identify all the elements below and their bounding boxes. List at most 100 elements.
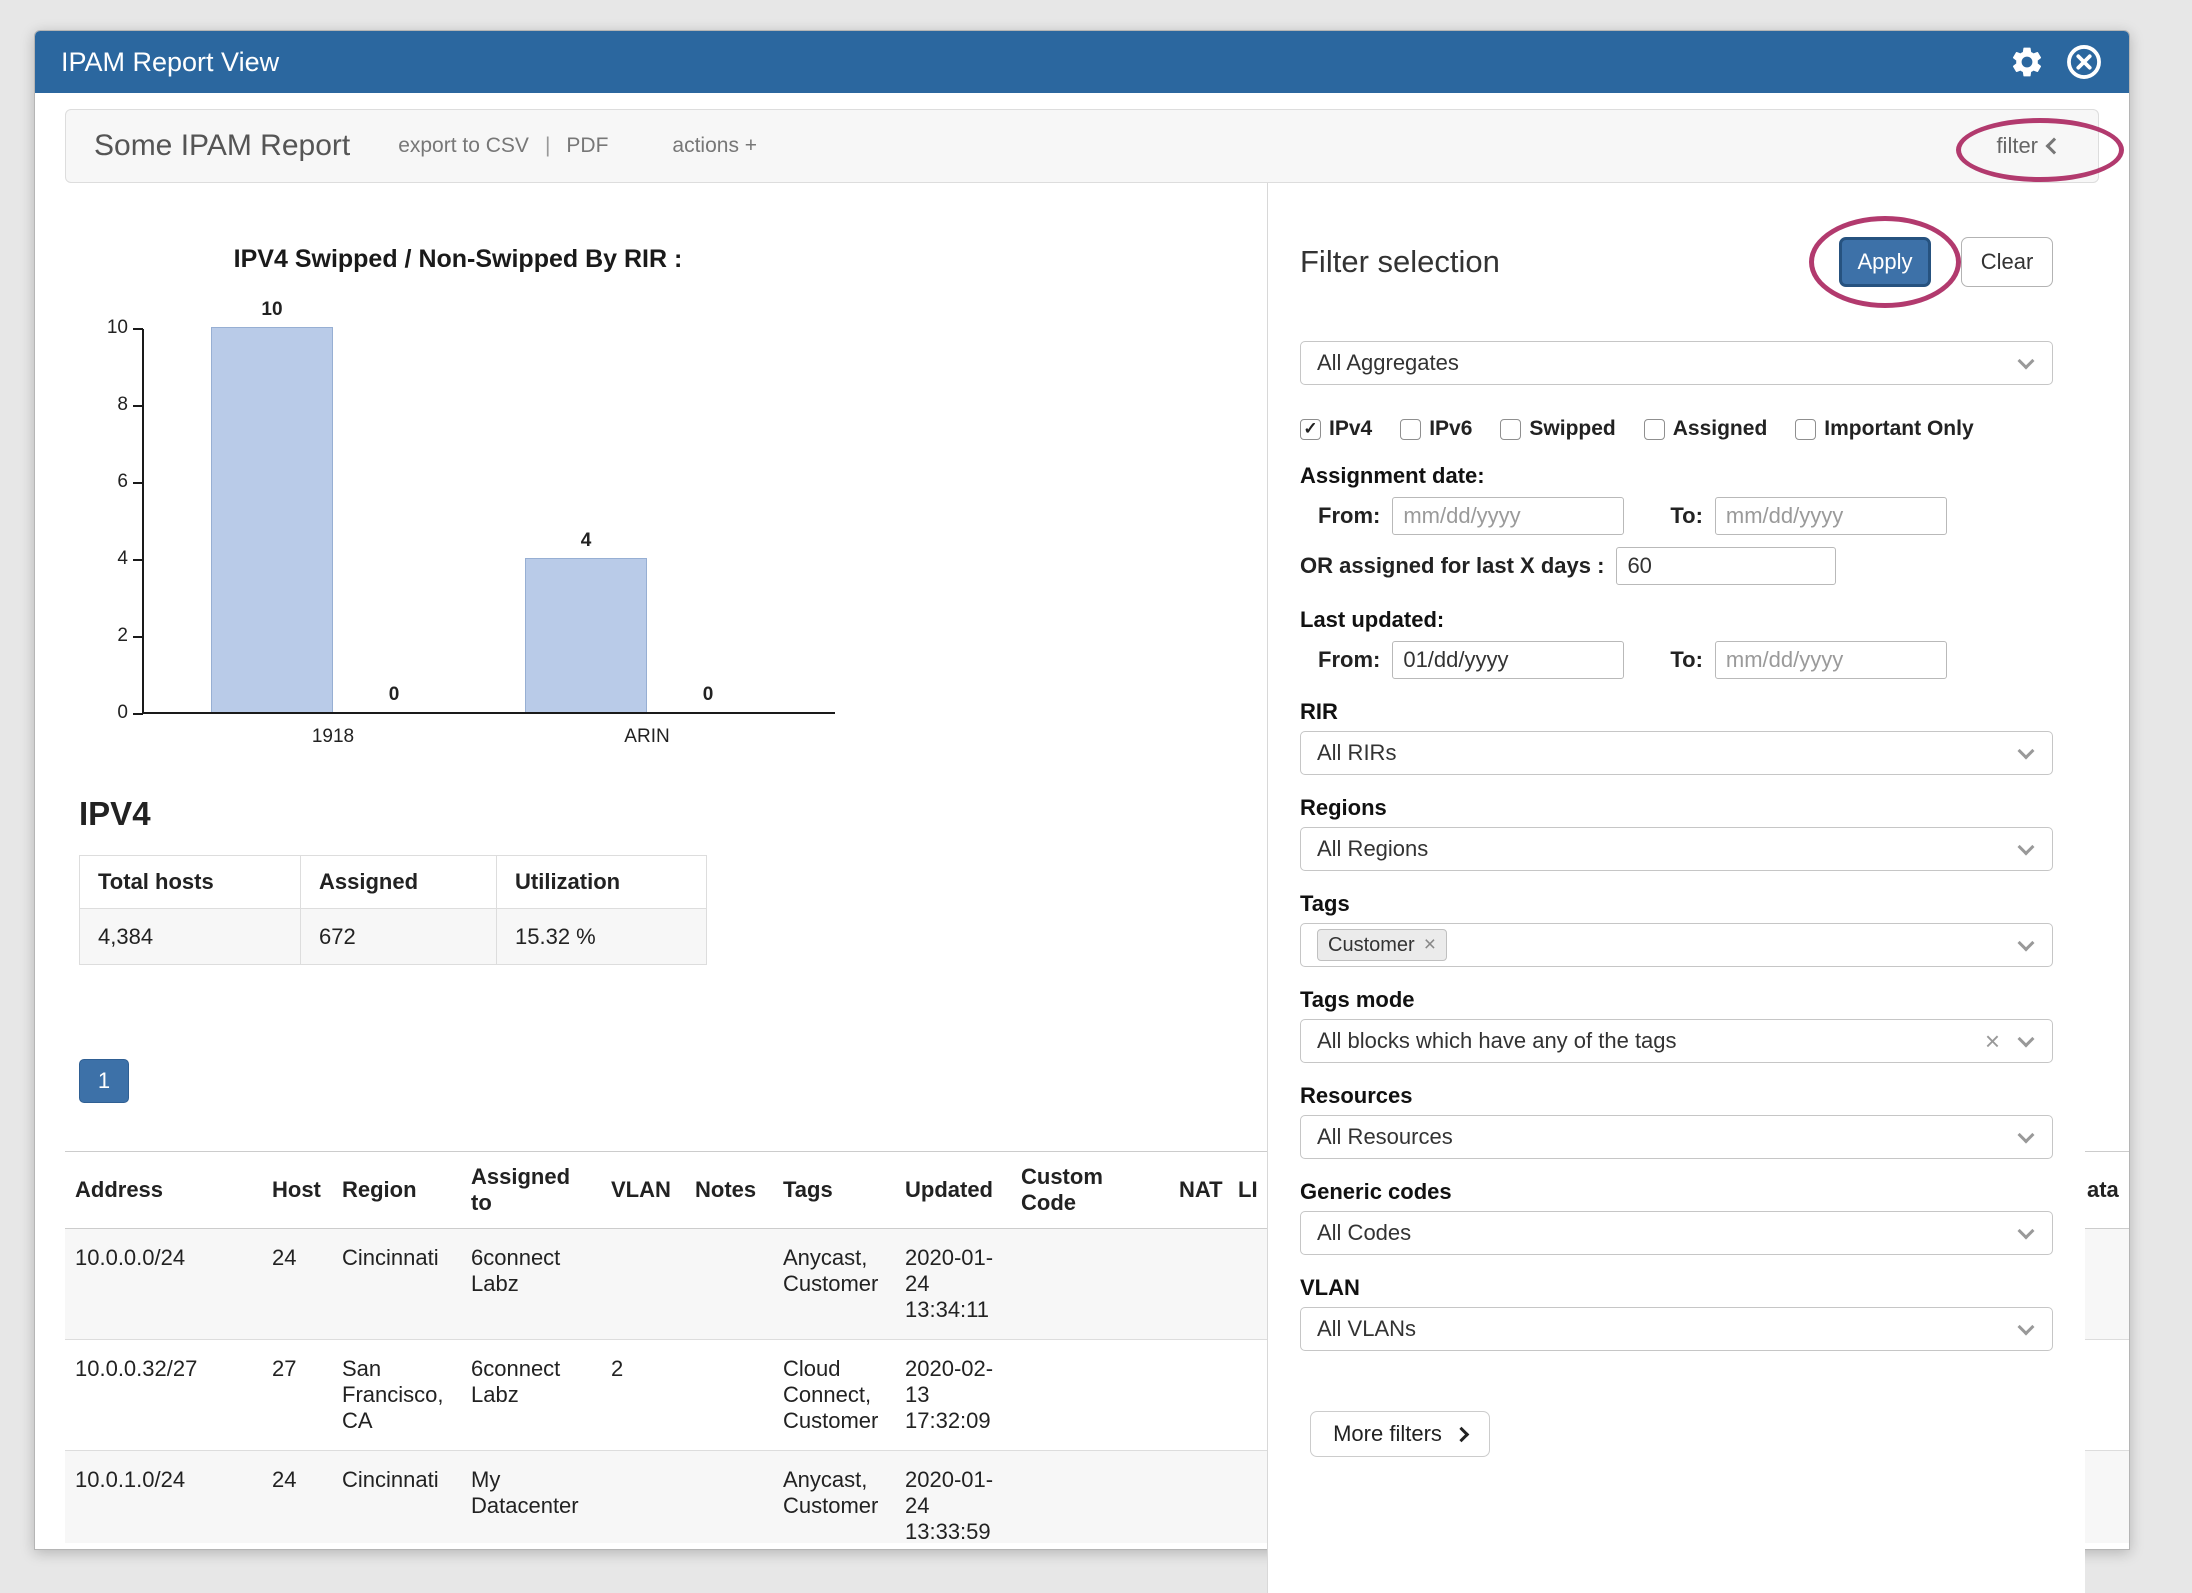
table-cell [1011,1451,1169,1544]
aggregates-select[interactable]: All Aggregates [1300,341,2053,385]
tags-mode-select[interactable]: All blocks which have any of the tags × [1300,1019,2053,1063]
resources-select-value: All Resources [1317,1124,1453,1150]
ipv4-section-heading: IPV4 [79,795,151,833]
assignment-to-label: To: [1670,503,1703,529]
table-cell [685,1451,773,1544]
chevron-down-icon [2018,353,2035,370]
y-tick-label: 10 [82,317,128,339]
y-tick-label: 2 [82,625,128,647]
checkbox-unchecked-icon[interactable] [1500,419,1521,440]
table-cell: Cincinnati [332,1451,461,1544]
filter-toggle-label: filter [1996,133,2038,159]
table-cell: 24 [262,1451,332,1544]
generic-codes-select[interactable]: All Codes [1300,1211,2053,1255]
bar-chart: 0246810100191840ARIN [142,329,835,714]
column-header: Updated [895,1152,1011,1229]
summary-value: 4,384 [80,909,301,965]
table-cell: Cincinnati [332,1229,461,1340]
table-cell: 2 [601,1340,685,1451]
summary-header: Total hosts [80,856,301,909]
window-titlebar: IPAM Report View [35,31,2129,93]
bar-value-label: 0 [703,684,714,706]
table-cell: 2020-01-24 13:33:59 [895,1451,1011,1544]
chevron-down-icon [2018,935,2035,952]
tags-mode-label: Tags mode [1300,987,2053,1013]
checkbox-label: Important Only [1824,417,1973,441]
y-tick-label: 0 [82,702,128,724]
tags-label: Tags [1300,891,2053,917]
chevron-down-icon [2018,839,2035,856]
checkbox-swipped[interactable]: Swipped [1500,417,1615,441]
table-cell [1011,1229,1169,1340]
summary-value: 15.32 % [497,909,707,965]
apply-button[interactable]: Apply [1839,237,1931,287]
summary-header: Utilization [497,856,707,909]
column-header: NAT [1169,1152,1228,1229]
checkbox-important-only[interactable]: Important Only [1795,417,1973,441]
updated-to-input[interactable] [1715,641,1947,679]
export-csv-link[interactable]: export to CSV [398,134,529,158]
table-cell: 6connect Labz [461,1229,601,1340]
assignment-from-input[interactable] [1392,497,1624,535]
table-cell [601,1229,685,1340]
y-tick-label: 4 [82,548,128,570]
regions-select[interactable]: All Regions [1300,827,2053,871]
y-tick-mark [133,636,143,638]
clear-selection-icon[interactable]: × [1985,1026,2000,1057]
checkbox-label: Swipped [1529,417,1615,441]
column-header: Address [65,1152,262,1229]
tag-chip-customer: Customer × [1317,929,1447,961]
clear-button[interactable]: Clear [1961,237,2053,287]
chevron-left-icon [2046,138,2063,155]
chevron-down-icon [2018,1223,2035,1240]
assignment-to-input[interactable] [1715,497,1947,535]
checkbox-unchecked-icon[interactable] [1400,419,1421,440]
close-icon[interactable] [2065,43,2103,81]
table-cell: 10.0.0.0/24 [65,1229,262,1340]
summary-header: Assigned [301,856,497,909]
actions-menu[interactable]: actions + [672,134,757,158]
last-x-days-input[interactable] [1616,547,1836,585]
bar-swipped-ARIN [525,558,647,712]
table-cell [1169,1229,1228,1340]
checkbox-label: IPv4 [1329,417,1372,441]
aggregates-select-value: All Aggregates [1317,350,1459,376]
chevron-down-icon [2018,1319,2035,1336]
filter-panel-title: Filter selection [1300,244,1500,280]
resources-select[interactable]: All Resources [1300,1115,2053,1159]
pagination-page-1[interactable]: 1 [79,1059,129,1103]
y-tick-mark [133,328,143,330]
tags-select[interactable]: Customer × [1300,923,2053,967]
vlan-select[interactable]: All VLANs [1300,1307,2053,1351]
table-cell: 10.0.0.32/27 [65,1340,262,1451]
updated-from-input[interactable] [1392,641,1624,679]
more-filters-button[interactable]: More filters [1310,1411,1490,1457]
generic-codes-label: Generic codes [1300,1179,2053,1205]
assignment-from-label: From: [1318,503,1380,529]
updated-from-label: From: [1318,647,1380,673]
checkbox-ipv4[interactable]: ✓ IPv4 [1300,417,1372,441]
y-tick-mark [133,482,143,484]
table-cell: Anycast, Customer [773,1229,895,1340]
rir-select-value: All RIRs [1317,740,1396,766]
export-pdf-link[interactable]: PDF [566,134,608,158]
checkbox-unchecked-icon[interactable] [1795,419,1816,440]
assignment-date-label: Assignment date: [1300,463,2053,489]
checkbox-checked-icon[interactable]: ✓ [1300,419,1321,440]
toolbar-separator: | [545,134,550,158]
y-tick-mark [133,713,143,715]
y-tick-mark [133,559,143,561]
rir-select[interactable]: All RIRs [1300,731,2053,775]
checkbox-unchecked-icon[interactable] [1644,419,1665,440]
filter-checkbox-row: ✓ IPv4 IPv6 Swipped Assigned Important Only [1300,417,2053,441]
bar-value-label: 4 [581,530,592,552]
checkbox-assigned[interactable]: Assigned [1644,417,1768,441]
gear-icon[interactable] [2009,44,2045,80]
checkbox-ipv6[interactable]: IPv6 [1400,417,1472,441]
remove-tag-icon[interactable]: × [1424,933,1436,957]
last-x-days-label: OR assigned for last X days : [1300,553,1604,579]
chevron-right-icon [1454,1426,1470,1442]
table-cell: 2020-02-13 17:32:09 [895,1340,1011,1451]
table-cell: 10.0.1.0/24 [65,1451,262,1544]
filter-toggle[interactable]: filter [1986,133,2070,159]
